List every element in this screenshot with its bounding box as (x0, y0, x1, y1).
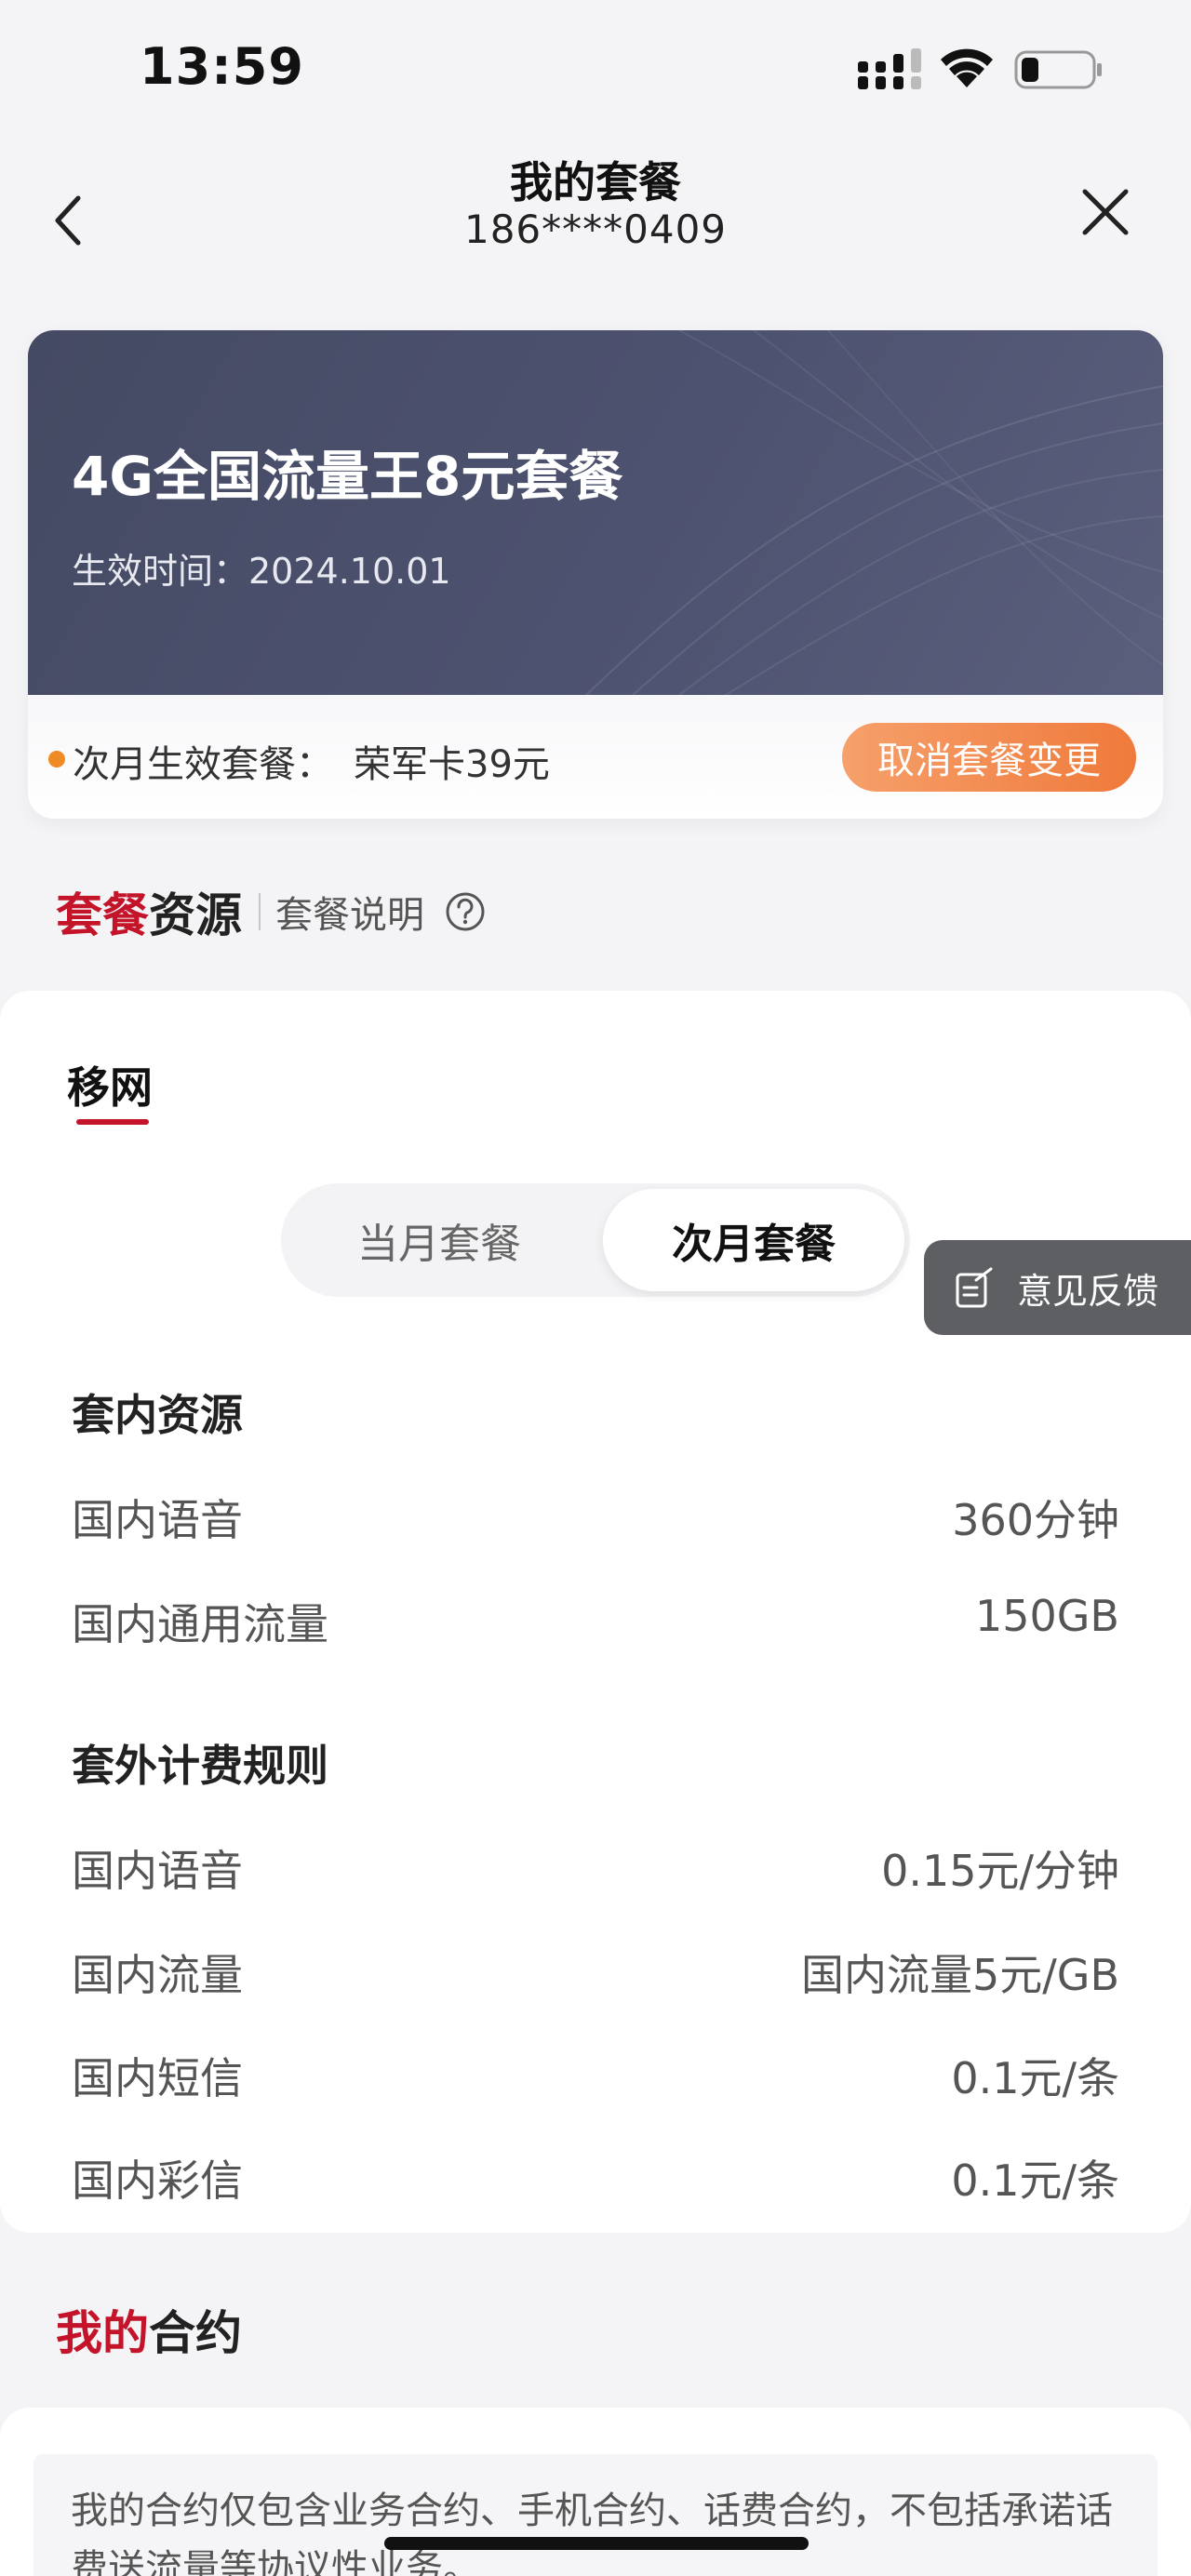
contract-title-rest: 合约 (149, 2306, 242, 2360)
active-tab-indicator (76, 1119, 149, 1125)
cellular-signal-icon (858, 48, 921, 89)
wifi-icon (941, 48, 993, 87)
rate-row: 国内语音 0.15元/分钟 (72, 1837, 1119, 1896)
rate-row: 国内流量 国内流量5元/GB (72, 1942, 1119, 2000)
question-icon[interactable] (445, 891, 486, 932)
tab-next-month[interactable]: 次月套餐 (603, 1189, 904, 1291)
plan-name: 4G全国流量王8元套餐 (72, 445, 623, 508)
phone-number: 186****0409 (463, 207, 728, 252)
next-month-label: 次月生效套餐： (73, 743, 333, 786)
rate-label: 国内短信 (72, 2053, 243, 2103)
feedback-button[interactable]: 意见反馈 (924, 1240, 1191, 1335)
home-indicator[interactable] (384, 2537, 809, 2550)
rate-value: 0.1元/条 (951, 2053, 1119, 2103)
resources-section-title: 套餐资源 (56, 878, 242, 945)
overage-rules-title: 套外计费规则 (72, 1741, 328, 1791)
wave-pattern-decoration (585, 330, 1163, 695)
cancel-plan-change-button[interactable]: 取消套餐变更 (842, 723, 1136, 792)
contract-section-title: 我的合约 (56, 2296, 242, 2363)
status-time: 13:59 (140, 37, 304, 96)
plan-card-header: 4G全国流量王8元套餐 生效时间：2024.10.01 (28, 330, 1163, 695)
rate-row: 国内彩信 0.1元/条 (72, 2147, 1119, 2206)
resource-label: 国内通用流量 (72, 1599, 328, 1649)
resource-row: 国内通用流量 150GB (72, 1591, 1119, 1649)
rate-label: 国内语音 (72, 1846, 243, 1896)
plan-effective-date: 生效时间：2024.10.01 (72, 551, 451, 592)
page: 13:59 我的套餐 186****0409 4G全国流量王8元套餐 生效时间：… (0, 0, 1191, 2576)
contract-title-accent: 我的 (56, 2306, 149, 2360)
close-icon[interactable] (1077, 184, 1133, 240)
resources-title-rest: 资源 (149, 888, 242, 942)
next-month-plan: 次月生效套餐： 荣军卡39元 (73, 734, 550, 788)
bullet-dot-icon (48, 751, 65, 767)
rate-row: 国内短信 0.1元/条 (72, 2045, 1119, 2103)
nav-bar: 我的套餐 186****0409 (0, 140, 1191, 298)
next-month-plan-bar: 次月生效套餐： 荣军卡39元 取消套餐变更 (28, 695, 1163, 819)
next-month-plan-name: 荣军卡39元 (354, 743, 550, 786)
resource-row: 国内语音 360分钟 (72, 1487, 1119, 1545)
battery-icon (1014, 50, 1102, 89)
resource-label: 国内语音 (72, 1495, 243, 1545)
rate-value: 0.1元/条 (951, 2156, 1119, 2206)
plan-description-link[interactable]: 套餐说明 (275, 885, 424, 939)
included-resources-title: 套内资源 (72, 1390, 243, 1440)
contract-card: 我的合约仅包含业务合约、手机合约、话费合约，不包括承诺话费送流量等协议性业务。 (0, 2408, 1191, 2576)
divider (259, 893, 261, 930)
edit-note-icon (956, 1267, 993, 1308)
rate-label: 国内彩信 (72, 2156, 243, 2206)
page-title: 我的套餐 (510, 157, 681, 207)
resources-title-accent: 套餐 (56, 888, 149, 942)
rate-value: 0.15元/分钟 (881, 1846, 1119, 1896)
resources-section-header: 套餐资源 套餐说明 (56, 879, 486, 944)
month-toggle: 当月套餐 次月套餐 (281, 1183, 910, 1297)
tab-current-month[interactable]: 当月套餐 (281, 1183, 597, 1297)
feedback-label: 意见反馈 (1017, 1270, 1159, 1312)
rate-value: 国内流量5元/GB (801, 1950, 1119, 2000)
status-bar: 13:59 (0, 0, 1191, 140)
resources-card: 移网 当月套餐 次月套餐 套内资源 国内语音 360分钟 国内通用流量 150G… (0, 991, 1191, 2233)
rate-label: 国内流量 (72, 1950, 243, 2000)
resource-value: 150GB (974, 1591, 1119, 1641)
resource-value: 360分钟 (952, 1495, 1119, 1545)
contract-note: 我的合约仅包含业务合约、手机合约、话费合约，不包括承诺话费送流量等协议性业务。 (33, 2454, 1158, 2576)
tab-mobile-network[interactable]: 移网 (67, 1054, 153, 1115)
plan-card: 4G全国流量王8元套餐 生效时间：2024.10.01 次月生效套餐： 荣军卡39… (28, 330, 1163, 819)
